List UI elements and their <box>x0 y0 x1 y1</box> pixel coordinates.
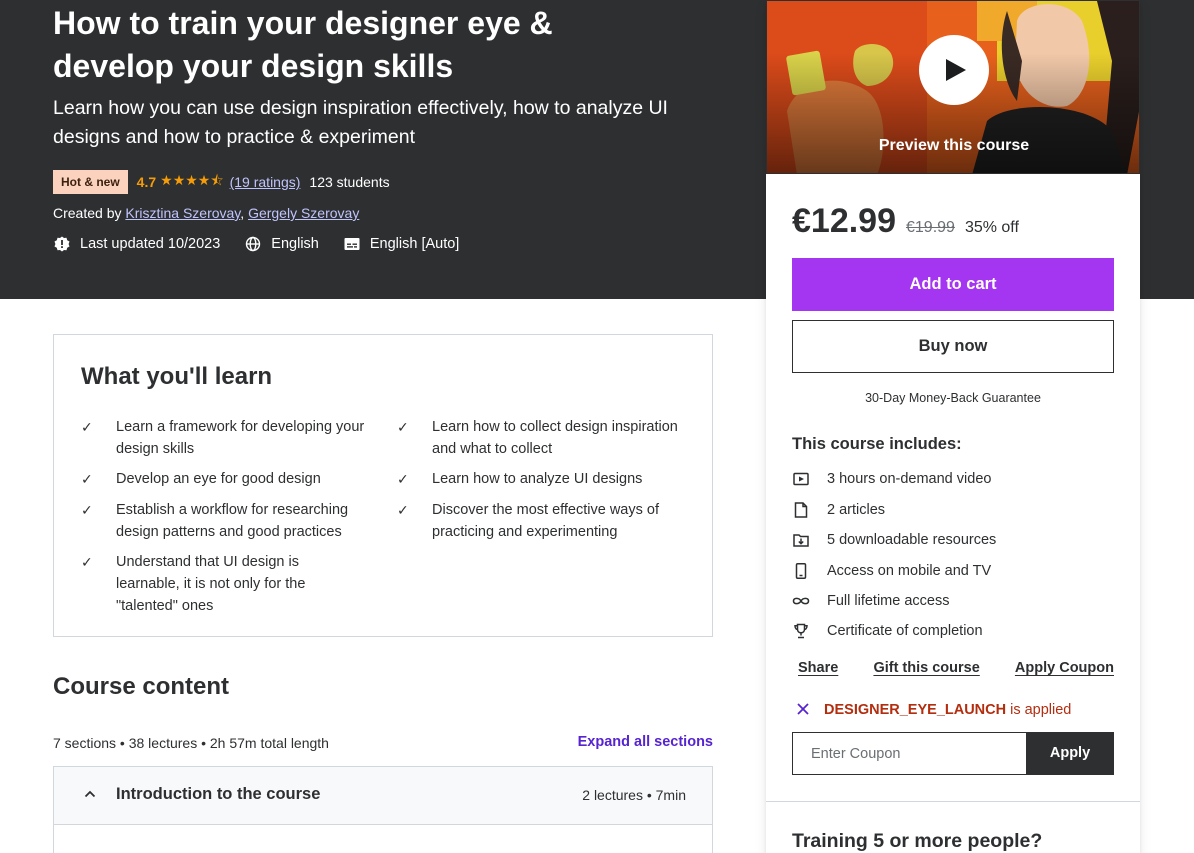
alert-badge-icon <box>53 235 71 253</box>
check-icon: ✓ <box>397 419 409 435</box>
rating-value: 4.7 <box>136 174 157 190</box>
course-title: How to train your designer eye & develop… <box>53 5 553 84</box>
section-header[interactable]: Introduction to the course 2 lectures • … <box>53 766 713 825</box>
section-title: Introduction to the course <box>116 785 321 803</box>
student-count: 123 students <box>309 174 390 190</box>
include-label: 3 hours on-demand video <box>827 471 992 487</box>
learn-item: ✓ Learn a framework for developing your … <box>81 416 376 460</box>
include-item: Certificate of completion <box>792 622 983 640</box>
infinity-icon <box>792 592 810 610</box>
instructor-link[interactable]: Krisztina Szerovay <box>125 205 240 221</box>
money-back-guarantee: 30-Day Money-Back Guarantee <box>865 391 1041 405</box>
include-item: 2 articles <box>792 501 885 519</box>
last-updated: Last updated 10/2023 <box>53 235 220 253</box>
trophy-icon <box>792 622 810 640</box>
rating-row: Hot & new 4.7 ★★★★⯪ (19 ratings) 123 stu… <box>53 170 390 194</box>
learn-item: ✓ Establish a workflow for researching d… <box>81 499 376 543</box>
course-preview[interactable]: Preview this course <box>766 0 1140 174</box>
captions-icon <box>343 235 361 253</box>
check-icon: ✓ <box>81 502 93 518</box>
learn-item: ✓ Learn how to analyze UI designs <box>397 468 692 490</box>
include-label: 5 downloadable resources <box>827 532 997 548</box>
play-icon <box>946 59 966 81</box>
include-item: 3 hours on-demand video <box>792 470 991 488</box>
coupon-code: DESIGNER_EYE_LAUNCH <box>824 702 1007 718</box>
learn-item: ✓ Learn how to collect design inspiratio… <box>397 416 692 460</box>
mobile-icon <box>792 562 810 580</box>
last-updated-text: Last updated 10/2023 <box>80 236 221 252</box>
discount-percent: 35% off <box>964 219 1019 236</box>
learn-title: What you'll learn <box>81 363 273 390</box>
coupon-applied-text: is applied <box>1010 702 1072 718</box>
include-item: Full lifetime access <box>792 592 949 610</box>
section-body <box>53 824 713 853</box>
course-content-title: Course content <box>53 673 230 700</box>
course-meta: Last updated 10/2023 English English [Au… <box>53 235 483 253</box>
expand-all-sections-button[interactable]: Expand all sections <box>500 734 713 750</box>
price-row: €12.99 €19.99 35% off <box>792 202 1019 241</box>
play-button[interactable] <box>919 35 989 105</box>
include-item: 5 downloadable resources <box>792 531 996 549</box>
instructors-line: Created by Krisztina Szerovay, Gergely S… <box>53 205 360 221</box>
course-subtitle: Learn how you can use design inspiration… <box>53 97 668 148</box>
video-icon <box>792 470 810 488</box>
article-icon <box>792 501 810 519</box>
check-icon: ✓ <box>397 471 409 487</box>
course-content-meta: 7 sections • 38 lectures • 2h 57m total … <box>53 735 329 751</box>
ratings-count-link[interactable]: (19 ratings) <box>230 174 301 190</box>
what-youll-learn-box: What you'll learn ✓ Learn a framework fo… <box>53 334 713 637</box>
preview-label: Preview this course <box>878 137 1030 154</box>
include-label: Access on mobile and TV <box>827 563 992 579</box>
share-button[interactable]: Share <box>798 660 838 676</box>
captions: English [Auto] <box>343 235 459 253</box>
check-icon: ✓ <box>81 419 93 435</box>
include-item: Access on mobile and TV <box>792 562 991 580</box>
apply-button[interactable]: Apply <box>1026 732 1114 775</box>
include-label: Full lifetime access <box>827 593 950 609</box>
check-icon: ✓ <box>81 554 93 570</box>
current-price: €12.99 <box>792 202 896 240</box>
download-icon <box>792 531 810 549</box>
hot-new-badge: Hot & new <box>53 170 128 194</box>
sidebar-divider <box>766 801 1140 802</box>
coupon-input[interactable] <box>792 732 1027 775</box>
chevron-up-icon <box>84 785 96 801</box>
created-by-label: Created by <box>53 205 122 221</box>
check-icon: ✓ <box>397 502 409 518</box>
globe-icon <box>244 235 262 253</box>
check-icon: ✓ <box>81 471 93 487</box>
instructor-link[interactable]: Gergely Szerovay <box>248 205 359 221</box>
sidebar-actions: Share Gift this course Apply Coupon <box>798 660 1114 676</box>
gift-course-button[interactable]: Gift this course <box>873 660 979 676</box>
buy-now-button[interactable]: Buy now <box>792 320 1114 373</box>
apply-coupon-link[interactable]: Apply Coupon <box>1015 660 1114 676</box>
language-text: English <box>271 236 319 252</box>
coupon-applied-notice: DESIGNER_EYE_LAUNCH is applied <box>796 702 1071 718</box>
includes-title: This course includes: <box>792 435 962 453</box>
add-to-cart-button[interactable]: Add to cart <box>792 258 1114 311</box>
original-price: €19.99 <box>906 219 955 236</box>
training-title: Training 5 or more people? <box>792 830 1043 852</box>
language: English <box>244 235 319 253</box>
captions-text: English [Auto] <box>369 236 460 252</box>
include-label: 2 articles <box>827 502 886 518</box>
include-label: Certificate of completion <box>827 623 983 639</box>
star-rating-icon: ★★★★⯪ <box>160 172 224 188</box>
remove-coupon-icon[interactable] <box>796 702 810 718</box>
section-info: 2 lectures • 7min <box>582 787 686 803</box>
learn-item: ✓ Develop an eye for good design <box>81 468 376 490</box>
learn-item: ✓ Understand that UI design is learnable… <box>81 551 346 617</box>
learn-item: ✓ Discover the most effective ways of pr… <box>397 499 692 543</box>
